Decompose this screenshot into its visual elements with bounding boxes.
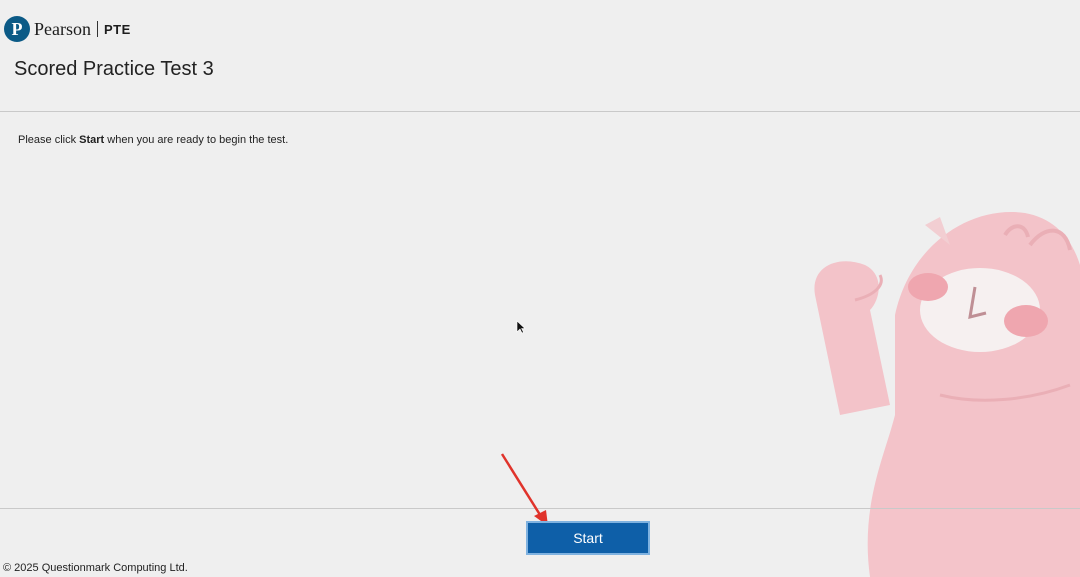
product-name: PTE [104,21,131,37]
mouse-pointer-icon [516,320,526,334]
pearson-logo-icon: P [4,16,30,42]
start-button[interactable]: Start [526,521,650,555]
mascot-watermark-illustration [814,212,1080,577]
test-start-page: P Pearson PTE Scored Practice Test 3 Ple… [0,0,1080,577]
pearson-pte-logo: P Pearson PTE [4,16,131,42]
annotation-arrow-icon [500,453,548,526]
instruction-before: Please click [18,134,80,146]
instruction-text: Please click Start when you are ready to… [18,134,288,146]
page-title: Scored Practice Test 3 [14,58,214,80]
instruction-bold-start: Start [79,134,105,146]
copyright-footer: © 2025 Questionmark Computing Ltd. [3,562,188,574]
brand-separator [97,21,98,37]
header-divider [0,111,1080,112]
instruction-after: when you are ready to begin the test. [104,134,289,146]
brand-name: Pearson [34,18,91,39]
